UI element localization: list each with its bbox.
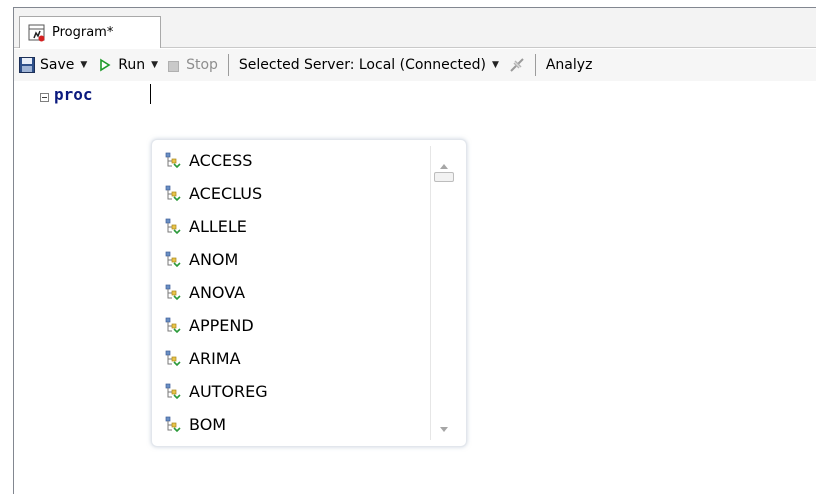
program-icon — [28, 24, 46, 42]
procedure-icon — [165, 350, 181, 368]
autocomplete-item-label: APPEND — [189, 316, 254, 335]
autocomplete-item-label: ARIMA — [189, 349, 241, 368]
autocomplete-item-label: ANOM — [189, 250, 239, 269]
code-editor[interactable]: proc ACCESS ACECLUS ALLELE ANOM ANOVA APPEND A… — [14, 82, 816, 495]
autocomplete-item[interactable]: ANOM — [152, 243, 430, 276]
autocomplete-item[interactable]: ARIMA — [152, 342, 430, 375]
play-icon — [97, 57, 113, 73]
toolbar-separator — [227, 54, 229, 76]
save-button[interactable]: Save ▼ — [17, 53, 95, 77]
save-label: Save — [40, 57, 75, 73]
server-dropdown-icon[interactable]: ▼ — [492, 60, 499, 70]
analyze-label: Analyz — [545, 57, 593, 73]
procedure-icon — [165, 251, 181, 269]
procedure-icon — [165, 383, 181, 401]
text-caret — [150, 84, 151, 104]
procedure-icon — [165, 416, 181, 434]
stop-button[interactable]: Stop — [166, 53, 220, 77]
autocomplete-item-label: ANOVA — [189, 283, 246, 302]
autocomplete-item-label: ALLELE — [189, 217, 247, 236]
autocomplete-item[interactable]: ACECLUS — [152, 177, 430, 210]
disconnect-plug-icon — [509, 57, 525, 73]
autocomplete-item[interactable]: ANOVA — [152, 276, 430, 309]
scrollbar-thumb[interactable] — [434, 172, 454, 182]
procedure-icon — [165, 152, 181, 170]
tab-program-label: Program* — [52, 25, 114, 40]
autocomplete-item[interactable]: ALLELE — [152, 210, 430, 243]
procedure-icon — [165, 284, 181, 302]
analyze-button[interactable]: Analyz — [544, 53, 595, 77]
procedure-icon — [165, 317, 181, 335]
run-button[interactable]: Run ▼ — [95, 53, 166, 77]
run-label: Run — [118, 57, 146, 73]
toolbar: Save ▼ Run ▼ Stop Selected Server: Local… — [14, 49, 816, 81]
autocomplete-item[interactable]: ACCESS — [152, 144, 430, 177]
autocomplete-item[interactable]: APPEND — [152, 309, 430, 342]
autocomplete-item-label: AUTOREG — [189, 382, 268, 401]
stop-icon — [168, 60, 180, 72]
toolbar-separator-2 — [534, 54, 536, 76]
procedure-icon — [165, 218, 181, 236]
scroll-up-icon[interactable] — [439, 158, 449, 169]
run-dropdown-icon[interactable]: ▼ — [151, 60, 158, 70]
scrollbar[interactable] — [430, 146, 457, 440]
disconnect-button[interactable] — [507, 53, 527, 77]
autocomplete-item-label: ACCESS — [189, 151, 253, 170]
floppy-disk-icon — [19, 57, 35, 73]
server-label: Selected Server: Local (Connected) — [238, 57, 486, 73]
stop-label: Stop — [186, 57, 218, 73]
scroll-down-icon[interactable] — [439, 422, 449, 432]
tab-strip: Program* — [14, 8, 816, 48]
code-keyword: proc — [54, 85, 93, 104]
autocomplete-item-label: ACECLUS — [189, 184, 263, 203]
autocomplete-item-label: BOM — [189, 415, 227, 434]
collapse-toggle-icon[interactable] — [40, 93, 49, 102]
autocomplete-item[interactable]: AUTOREG — [152, 375, 430, 408]
autocomplete-popup: ACCESS ACECLUS ALLELE ANOM ANOVA APPEND ARIMA A… — [151, 139, 467, 447]
tab-program[interactable]: Program* — [19, 16, 161, 48]
server-selector[interactable]: Selected Server: Local (Connected) ▼ — [237, 53, 507, 77]
save-dropdown-icon[interactable]: ▼ — [80, 60, 87, 70]
autocomplete-list: ACCESS ACECLUS ALLELE ANOM ANOVA APPEND ARIMA A… — [152, 144, 430, 441]
autocomplete-item[interactable]: BOM — [152, 408, 430, 441]
program-window: Program* Save ▼ Run ▼ Stop Selected Serv… — [13, 7, 816, 495]
procedure-icon — [165, 185, 181, 203]
